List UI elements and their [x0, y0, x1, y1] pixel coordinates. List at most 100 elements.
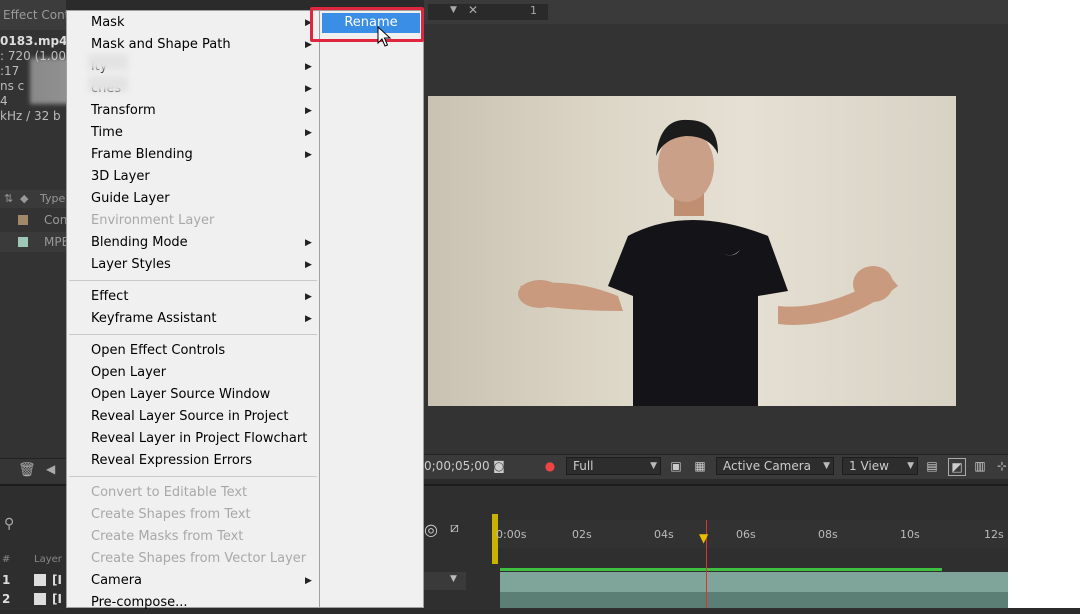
menu-item-reveal-expression-errors[interactable]: Reveal Expression Errors [91, 450, 311, 472]
project-item-type: Con [44, 213, 68, 227]
transparency-grid-icon[interactable]: ▦ [692, 458, 708, 474]
submenu-arrow-icon: ▶ [305, 62, 312, 72]
menu-item-guide-layer[interactable]: Guide Layer [91, 188, 311, 210]
camera-snapshot-icon[interactable]: ◙ [491, 458, 507, 474]
menu-item-transform[interactable]: Transform ▶ [91, 100, 312, 122]
menu-item-label: Reveal Layer Source in Project [91, 409, 289, 424]
menu-item-label: Reveal Expression Errors [91, 453, 253, 468]
menu-item-reveal-layer-source-in-project[interactable]: Reveal Layer Source in Project [91, 406, 311, 428]
layer-mode-dropdown[interactable]: ▼ [424, 572, 466, 590]
resolution-dropdown[interactable]: Full ▼ [566, 457, 661, 475]
graph-editor-icon[interactable]: ⧄ [450, 520, 459, 536]
camera-view-dropdown[interactable]: Active Camera ▼ [716, 457, 834, 475]
menu-item-create-masks-from-text[interactable]: Create Masks from Text [91, 526, 311, 548]
dropdown-arrow-icon[interactable]: ▼ [450, 5, 457, 15]
menu-item-effect[interactable]: Effect ▶ [91, 286, 312, 308]
dropdown-arrow-icon: ▼ [450, 574, 457, 584]
layer-name: [I [52, 592, 62, 606]
motion-blur-icon[interactable]: ◎ [424, 520, 438, 539]
arrow-left-icon[interactable]: ◀ [46, 462, 55, 476]
menu-item-label: Keyframe Assistant [91, 311, 217, 326]
sort-icon[interactable]: ⇅ [4, 190, 13, 208]
menu-item-environment-layer[interactable]: Environment Layer [91, 210, 311, 232]
menu-item-create-shapes-from-text[interactable]: Create Shapes from Text [91, 504, 311, 526]
dropdown-arrow-icon: ▼ [650, 461, 657, 471]
menu-item-open-layer-source-window[interactable]: Open Layer Source Window [91, 384, 311, 406]
menu-item-label: Open Effect Controls [91, 343, 226, 358]
ruler-tick-label: 0:00s [496, 528, 527, 541]
submenu-arrow-icon: ▶ [305, 260, 312, 270]
project-column-header: ⇅ ◆ Type [0, 190, 66, 208]
ruler-tick-label: 10s [900, 528, 920, 541]
timeline-layer-row[interactable]: 1 [I [0, 571, 66, 589]
ruler-tick-label: 06s [736, 528, 756, 541]
hash-column-label: # [2, 554, 11, 565]
project-item[interactable]: MPE [0, 232, 69, 252]
color-channels-icon[interactable]: ● [542, 458, 558, 474]
blurred-region [88, 54, 128, 70]
timeline-layer-row[interactable]: 2 [I [0, 590, 66, 608]
playhead-icon[interactable]: ▼ [699, 531, 713, 545]
submenu-arrow-icon: ▶ [305, 106, 312, 116]
menu-item-frame-blending[interactable]: Frame Blending ▶ [91, 144, 312, 166]
menu-item-blending-mode[interactable]: Blending Mode ▶ [91, 232, 312, 254]
menu-item-camera[interactable]: Camera ▶ [91, 570, 312, 592]
ruler-tick-label: 12s [984, 528, 1004, 541]
resolution-value: Full [573, 459, 594, 473]
menu-item-3d-layer[interactable]: 3D Layer [91, 166, 311, 188]
menu-item-label: 3D Layer [91, 169, 150, 184]
timeline-search-input[interactable]: ⚲ [0, 516, 66, 536]
menu-item-open-layer[interactable]: Open Layer [91, 362, 311, 384]
menu-item-label: Create Masks from Text [91, 529, 244, 544]
menu-item-label: Time [91, 125, 123, 140]
timeline-icon[interactable]: ▥ [972, 458, 988, 474]
menu-item-reveal-layer-in-project-flowchart[interactable]: Reveal Layer in Project Flowchart [91, 428, 311, 450]
footage-filename: 0183.mp4 [0, 34, 66, 48]
submenu-arrow-icon: ▶ [305, 128, 312, 138]
menu-item-label: Mask and Shape Path [91, 37, 231, 52]
work-area-bar[interactable] [500, 568, 942, 571]
menu-item-mask-and-shape-path[interactable]: Mask and Shape Path ▶ [91, 34, 312, 56]
menu-item-pre-compose[interactable]: Pre-compose... [91, 592, 311, 614]
composition-panel-header: 1 ▼ ✕ [424, 0, 1008, 24]
menu-item-mask[interactable]: Mask ▶ [91, 12, 312, 34]
menu-item-layer-styles[interactable]: Layer Styles ▶ [91, 254, 312, 276]
ruler-tick-label: 02s [572, 528, 592, 541]
menu-item-label: Open Layer [91, 365, 167, 380]
submenu-arrow-icon: ▶ [305, 314, 312, 324]
search-icon: ⚲ [4, 516, 15, 532]
toggle-pixel-aspect-icon[interactable]: ▤ [924, 458, 940, 474]
menu-separator [69, 280, 317, 281]
submenu-panel [320, 10, 424, 608]
project-item[interactable]: Con [0, 210, 68, 230]
menu-item-convert-to-editable-text[interactable]: Convert to Editable Text [91, 482, 311, 504]
fast-previews-icon[interactable]: ◩ [948, 458, 966, 476]
trash-icon[interactable]: 🗑 [18, 462, 36, 478]
menu-item-create-shapes-from-vector-layer[interactable]: Create Shapes from Vector Layer [91, 548, 311, 570]
view-layout-dropdown[interactable]: 1 View ▼ [842, 457, 918, 475]
type-column-label[interactable]: Type [40, 190, 65, 208]
region-of-interest-icon[interactable]: ▣ [668, 458, 684, 474]
menu-separator [69, 334, 317, 335]
layer-duration-bar[interactable] [500, 572, 1008, 592]
menu-item-open-effect-controls[interactable]: Open Effect Controls [91, 340, 311, 362]
menu-item-keyframe-assistant[interactable]: Keyframe Assistant ▶ [91, 308, 312, 330]
menu-item-label: Frame Blending [91, 147, 193, 162]
menu-item-label: Convert to Editable Text [91, 485, 248, 500]
current-time-display[interactable]: 0;00;05;00 [424, 458, 490, 474]
project-panel-tab[interactable]: Effect Cont [0, 0, 66, 30]
ruler-tick-label: 04s [654, 528, 674, 541]
timeline-column-header: # Layer [0, 552, 66, 568]
camera-value: Active Camera [723, 459, 812, 473]
close-icon[interactable]: ✕ [468, 3, 478, 17]
layer-duration-bar[interactable] [500, 592, 1008, 608]
ruler-tick-label: 08s [818, 528, 838, 541]
menu-item-time[interactable]: Time ▶ [91, 122, 312, 144]
screen-edge [1008, 0, 1080, 608]
video-frame[interactable] [428, 96, 956, 406]
layer-number: 2 [2, 592, 11, 606]
dropdown-arrow-icon: ▼ [823, 461, 830, 471]
annotation-highlight-box [310, 7, 424, 42]
submenu-arrow-icon: ▶ [305, 238, 312, 248]
label-tag-icon[interactable]: ◆ [20, 190, 28, 208]
